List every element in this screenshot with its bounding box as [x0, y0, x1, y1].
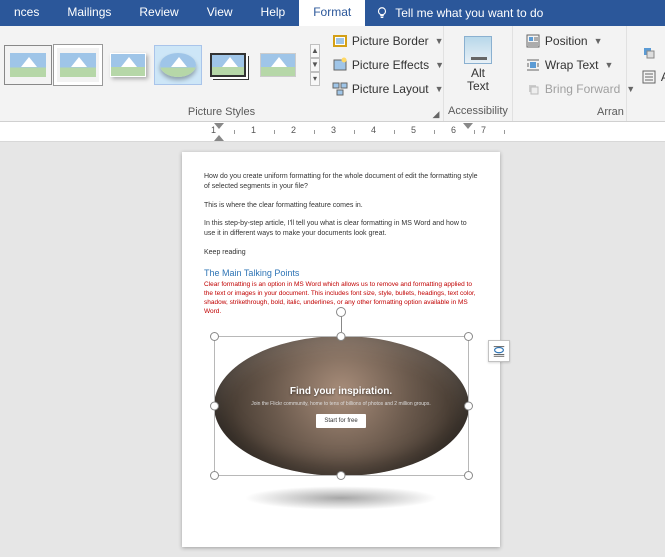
tab-review[interactable]: Review — [125, 0, 192, 26]
picture-border-icon — [332, 33, 348, 49]
resize-handle-r[interactable] — [464, 402, 473, 411]
resize-handle-bl[interactable] — [210, 471, 219, 480]
picture-layout-icon — [332, 81, 348, 97]
horizontal-ruler[interactable]: 1 1 2 3 4 5 6 7 — [0, 122, 665, 142]
gallery-scroll-down[interactable]: ▼ — [310, 58, 320, 72]
alt-text-icon — [464, 36, 492, 64]
gallery-scroll: ▲ ▼ ▾ — [310, 44, 320, 86]
rotation-handle[interactable] — [336, 307, 346, 317]
tab-help[interactable]: Help — [247, 0, 300, 26]
page[interactable]: How do you create uniform formatting for… — [182, 152, 500, 547]
picture-effects-button[interactable]: Picture Effects ▼ — [326, 54, 450, 76]
chevron-down-icon: ▼ — [594, 36, 603, 46]
bring-forward-label: Bring Forward — [545, 82, 620, 96]
ribbon-tabs: nces Mailings Review View Help Format Te… — [0, 0, 665, 26]
wrap-text-button[interactable]: Wrap Text ▼ — [519, 54, 641, 76]
picture-style-gallery — [4, 45, 302, 85]
picture-layout-button[interactable]: Picture Layout ▼ — [326, 78, 450, 100]
picture-style-6[interactable] — [254, 45, 302, 85]
picture-shadow — [244, 486, 438, 510]
picture-border-label: Picture Border — [352, 34, 429, 48]
gallery-scroll-up[interactable]: ▲ — [310, 44, 320, 58]
partial-button-2[interactable]: A — [635, 66, 665, 88]
picture-effects-icon — [332, 57, 348, 73]
position-button[interactable]: Position ▼ — [519, 30, 641, 52]
chevron-down-icon: ▼ — [435, 60, 444, 70]
bring-forward-button: Bring Forward ▼ — [519, 78, 641, 100]
heading: The Main Talking Points — [204, 267, 478, 280]
picture-style-options: Picture Border ▼ Picture Effects ▼ Pictu… — [324, 28, 452, 102]
position-label: Position — [545, 34, 588, 48]
picture-style-5[interactable] — [204, 45, 252, 85]
partial-button-1[interactable] — [635, 42, 665, 64]
alt-text-button[interactable]: AltText — [454, 32, 502, 97]
picture-style-3[interactable] — [104, 45, 152, 85]
group-arrange: Position ▼ Wrap Text ▼ Bring Forward ▼ A… — [513, 26, 627, 121]
document-area: How do you create uniform formatting for… — [0, 142, 665, 557]
group-title-label: Picture Styles — [188, 106, 255, 118]
ruler-number: 2 — [291, 125, 296, 137]
alt-text-label2: Text — [467, 79, 489, 93]
paragraph: This is where the clear formatting featu… — [204, 201, 478, 211]
picture-style-oval[interactable] — [154, 45, 202, 85]
ruler-number: 1 — [211, 125, 216, 137]
picture-layout-label: Picture Layout — [352, 82, 429, 96]
group-picture-styles: ▲ ▼ ▾ Picture Border ▼ Picture Effects ▼… — [0, 26, 444, 121]
group-title-arrange: Arran — [513, 104, 626, 121]
ruler-number: 5 — [411, 125, 416, 137]
paragraph: How do you create uniform formatting for… — [204, 172, 478, 192]
tab-mailings[interactable]: Mailings — [53, 0, 125, 26]
position-icon — [525, 33, 541, 49]
selection-box — [214, 336, 469, 476]
tab-format[interactable]: Format — [299, 0, 365, 26]
layout-options-button[interactable] — [488, 340, 510, 362]
paragraph: Keep reading — [204, 248, 478, 258]
picture-effects-label: Picture Effects — [352, 58, 429, 72]
ruler-number: 4 — [371, 125, 376, 137]
dialog-launcher-icon[interactable]: ◢ — [431, 109, 441, 119]
bring-forward-icon — [525, 81, 541, 97]
ruler-number: 7 — [481, 125, 486, 137]
group-title-accessibility: Accessibility — [444, 103, 512, 121]
picture-style-2[interactable] — [54, 45, 102, 85]
right-indent-marker[interactable] — [463, 123, 473, 129]
resize-handle-b[interactable] — [337, 471, 346, 480]
group-accessibility: AltText Accessibility — [444, 26, 513, 121]
resize-handle-t[interactable] — [337, 332, 346, 341]
tab-references[interactable]: nces — [0, 0, 53, 26]
ruler-number: 3 — [331, 125, 336, 137]
chevron-down-icon: ▼ — [604, 60, 613, 70]
wrap-text-icon — [525, 57, 541, 73]
tell-me-search[interactable]: Tell me what you want to do — [365, 0, 553, 26]
alt-text-label1: Alt — [471, 66, 485, 80]
layout-options-icon — [492, 344, 506, 358]
ruler-number: 6 — [451, 125, 456, 137]
gallery-more[interactable]: ▾ — [310, 72, 320, 86]
picture-style-1[interactable] — [4, 45, 52, 85]
partial-label: A — [661, 70, 665, 84]
picture-border-button[interactable]: Picture Border ▼ — [326, 30, 450, 52]
group-right-partial: A — [627, 26, 665, 121]
rotation-connector — [341, 315, 342, 332]
ribbon: ▲ ▼ ▾ Picture Border ▼ Picture Effects ▼… — [0, 26, 665, 122]
resize-handle-tl[interactable] — [210, 332, 219, 341]
tell-me-label: Tell me what you want to do — [395, 6, 543, 20]
chevron-down-icon: ▼ — [435, 36, 444, 46]
group-title-right — [627, 103, 665, 121]
selected-picture[interactable]: Find your inspiration. Join the Flickr c… — [214, 326, 469, 518]
wrap-text-label: Wrap Text — [545, 58, 599, 72]
resize-handle-l[interactable] — [210, 402, 219, 411]
selection-pane-icon — [641, 69, 657, 85]
group-title-picture-styles: Picture Styles ◢ — [0, 104, 443, 121]
resize-handle-br[interactable] — [464, 471, 473, 480]
tab-view[interactable]: View — [193, 0, 247, 26]
resize-handle-tr[interactable] — [464, 332, 473, 341]
chevron-down-icon: ▼ — [435, 84, 444, 94]
send-backward-icon — [641, 45, 657, 61]
paragraph: In this step-by-step article, I'll tell … — [204, 219, 478, 239]
lightbulb-icon — [375, 6, 389, 20]
ruler-number: 1 — [251, 125, 256, 137]
